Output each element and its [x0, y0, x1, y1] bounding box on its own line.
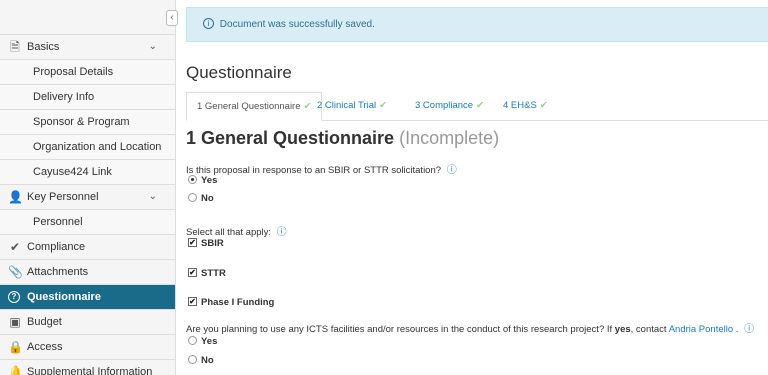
tab-clinical-trial[interactable]: 2 Clinical Trial ✔: [307, 92, 397, 121]
question-sbir-sttr: Is this proposal in response to an SBIR …: [186, 161, 457, 176]
radio-option-no[interactable]: No: [188, 354, 214, 366]
sidebar-item-label: Budget: [27, 316, 62, 328]
tab-ehs[interactable]: 4 EH&S ✔: [493, 92, 558, 121]
sidebar-item-delivery-info[interactable]: Delivery Info: [0, 85, 175, 110]
sidebar-item-label: Supplemental Information: [27, 366, 153, 375]
sidebar-item-compliance[interactable]: ✔ Compliance: [0, 235, 175, 260]
check-icon: ✔: [539, 100, 548, 111]
sidebar-item-label: Questionnaire: [27, 291, 101, 303]
sidebar-item-supplemental-information[interactable]: 🔔 Supplemental Information: [0, 360, 175, 375]
option-label: No: [201, 193, 214, 204]
lock-icon: 🔒: [8, 340, 23, 354]
option-label: SBIR: [201, 238, 224, 249]
radio-option-yes[interactable]: Yes: [188, 174, 218, 186]
radio-button[interactable]: [188, 335, 197, 345]
sidebar: ‹ 🗎 Basics ⌄ Proposal Details Delivery I…: [0, 0, 178, 375]
alert-message: Document was successfully saved.: [219, 19, 375, 30]
sidebar-item-label: Personnel: [33, 216, 83, 228]
sidebar-item-label: Proposal Details: [33, 66, 114, 78]
section-title: 1 General Questionnaire (Incomplete): [186, 128, 499, 149]
question-text: Is this proposal in response to an SBIR …: [186, 165, 442, 176]
checkbox-option-sttr[interactable]: ✔ STTR: [188, 267, 226, 279]
info-icon[interactable]: ⓘ: [744, 324, 754, 335]
chevron-down-icon[interactable]: ⌄: [149, 35, 157, 59]
radio-button[interactable]: [188, 354, 197, 364]
paperclip-icon: 📎: [8, 265, 23, 279]
check-icon: ✔: [379, 100, 388, 111]
contact-link[interactable]: Andria Pontello: [669, 324, 733, 335]
collapse-sidebar-button[interactable]: ‹: [166, 10, 178, 26]
sidebar-item-sponsor-program[interactable]: Sponsor & Program Information: [0, 110, 175, 152]
option-label: No: [201, 355, 214, 366]
question-select-all: Select all that apply: ⓘ: [186, 223, 287, 238]
sidebar-item-label: Delivery Info: [33, 91, 95, 103]
tab-label: 1 General Questionnaire: [197, 101, 301, 112]
question-text-mid: , contact: [630, 324, 667, 335]
sidebar-item-label: Compliance: [27, 241, 86, 253]
checkbox[interactable]: ✔: [188, 237, 197, 247]
radio-option-no[interactable]: No: [188, 192, 214, 204]
sidebar-header: [0, 0, 175, 35]
section-title-text: 1 General Questionnaire: [186, 128, 395, 148]
bell-icon: 🔔: [8, 365, 23, 375]
sidebar-item-cayuse424-link[interactable]: Cayuse424 Link: [0, 160, 175, 185]
option-label: STTR: [201, 268, 226, 279]
tab-bar: 1 General Questionnaire ✔ 2 Clinical Tria…: [186, 92, 768, 121]
option-label: Yes: [201, 175, 218, 186]
chevron-down-icon[interactable]: ⌄: [149, 185, 157, 209]
tab-label: 2 Clinical Trial: [317, 100, 377, 111]
page-title: Questionnaire: [186, 63, 292, 82]
sidebar-item-label: Basics: [27, 41, 60, 53]
question-text: Select all that apply:: [186, 227, 272, 238]
option-label: Yes: [201, 336, 218, 347]
tab-compliance[interactable]: 3 Compliance ✔: [405, 92, 494, 121]
sidebar-item-label: Attachments: [27, 266, 89, 278]
radio-button[interactable]: [188, 174, 197, 184]
sidebar-item-label: Access: [27, 341, 63, 353]
sidebar-item-label: Organization and Location: [33, 141, 162, 153]
info-icon: i: [203, 17, 214, 29]
sidebar-item-label: Key Personnel: [27, 191, 99, 203]
radio-option-yes[interactable]: Yes: [188, 335, 218, 347]
sidebar-item-organization-location[interactable]: Organization and Location: [0, 135, 175, 160]
checkbox-option-phase-i-funding[interactable]: ✔ Phase I Funding: [188, 296, 275, 308]
question-icts-facilities: Are you planning to use any ICTS facilit…: [186, 320, 754, 335]
checkbox[interactable]: ✔: [188, 267, 197, 277]
main-content: i Document was successfully saved. Quest…: [186, 0, 768, 375]
sidebar-item-access[interactable]: 🔒 Access: [0, 335, 175, 360]
sidebar-item-proposal-details[interactable]: Proposal Details: [0, 60, 175, 85]
sidebar-item-budget[interactable]: ▣ Budget: [0, 310, 175, 335]
document-icon: 🗎: [10, 40, 20, 54]
question-bold-text: yes: [614, 324, 631, 335]
question-text-end: .: [735, 324, 739, 335]
radio-button[interactable]: [188, 192, 197, 202]
person-icon: 👤: [8, 190, 23, 204]
money-icon: ▣: [9, 315, 21, 329]
tab-general-questionnaire[interactable]: 1 General Questionnaire ✔: [186, 92, 323, 121]
info-icon[interactable]: ⓘ: [447, 165, 457, 176]
sidebar-item-basics[interactable]: 🗎 Basics ⌄: [0, 35, 175, 60]
sidebar-item-attachments[interactable]: 📎 Attachments: [0, 260, 175, 285]
sidebar-item-key-personnel[interactable]: 👤 Key Personnel ⌄: [0, 185, 175, 210]
checkbox-option-sbir[interactable]: ✔ SBIR: [188, 237, 224, 249]
option-label: Phase I Funding: [201, 297, 275, 308]
check-icon: ✔: [9, 240, 21, 254]
tab-label: 3 Compliance: [415, 100, 474, 111]
app: ‹ 🗎 Basics ⌄ Proposal Details Delivery I…: [0, 0, 768, 375]
sidebar-item-questionnaire[interactable]: ? Questionnaire: [0, 285, 175, 310]
question-circle-icon: ?: [8, 291, 20, 303]
sidebar-item-label: Cayuse424 Link: [33, 166, 112, 178]
success-alert: i Document was successfully saved.: [186, 7, 768, 42]
question-text: Are you planning to use any ICTS facilit…: [186, 324, 613, 335]
section-status: (Incomplete): [399, 128, 500, 148]
info-icon[interactable]: ⓘ: [277, 227, 287, 238]
check-icon: ✔: [476, 100, 485, 111]
checkbox[interactable]: ✔: [188, 296, 197, 306]
tab-label: 4 EH&S: [503, 100, 537, 111]
sidebar-item-personnel[interactable]: Personnel: [0, 210, 175, 235]
